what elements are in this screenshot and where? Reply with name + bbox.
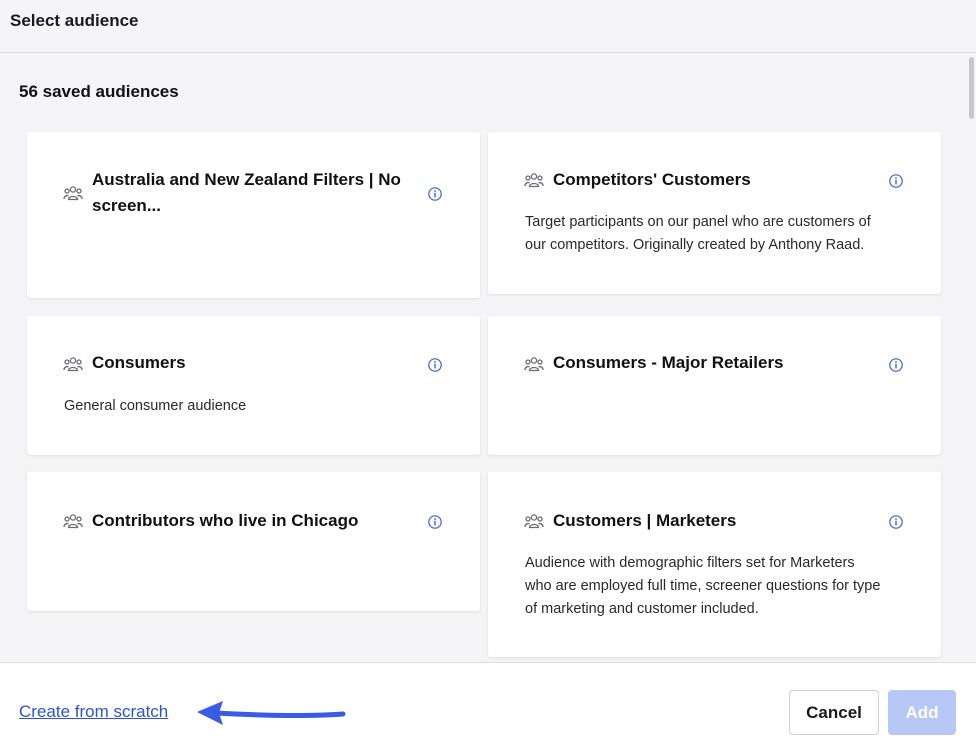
- cancel-button[interactable]: Cancel: [789, 690, 879, 735]
- saved-audiences-count: 56 saved audiences: [19, 82, 179, 101]
- audience-card-competitors-customers[interactable]: Competitors' Customers Target participan…: [488, 132, 941, 294]
- audience-card-consumers-major-retailers[interactable]: Consumers - Major Retailers: [488, 316, 941, 455]
- people-group-icon: [63, 514, 83, 529]
- info-icon[interactable]: [428, 187, 442, 201]
- info-icon[interactable]: [889, 174, 903, 188]
- arrow-left-icon: [197, 701, 346, 725]
- vertical-scrollbar[interactable]: [966, 53, 976, 662]
- people-group-icon: [63, 186, 83, 201]
- description-line: who are employed full time, screener que…: [525, 578, 881, 594]
- people-group-icon: [524, 357, 544, 372]
- audience-card-description: Audience with demographic filters set fo…: [525, 552, 880, 621]
- audience-card-title: Contributors who live in Chicago: [92, 511, 359, 530]
- audience-card-title: Customers | Marketers: [553, 511, 737, 530]
- people-group-icon: [63, 357, 83, 372]
- audience-card-consumers[interactable]: Consumers General consumer audience: [27, 316, 480, 455]
- description-line: Target participants on our panel who are…: [525, 214, 871, 230]
- create-from-scratch-link[interactable]: Create from scratch: [19, 702, 168, 722]
- audience-card-description: Target participants on our panel who are…: [525, 211, 871, 257]
- people-group-icon: [524, 173, 544, 188]
- audience-card-contributors-chicago[interactable]: Contributors who live in Chicago: [27, 472, 480, 611]
- audience-card-title: Consumers - Major Retailers: [553, 353, 784, 372]
- info-icon[interactable]: [889, 515, 903, 529]
- audience-card-title: Australia and New Zealand Filters | No s…: [92, 167, 422, 219]
- info-icon[interactable]: [889, 358, 903, 372]
- scrollbar-thumb[interactable]: [969, 57, 974, 119]
- dialog-title: Select audience: [10, 11, 139, 30]
- description-line: our competitors. Originally created by A…: [525, 237, 865, 253]
- dialog-footer: Create from scratch Cancel Add: [0, 662, 976, 751]
- audience-list-area: 56 saved audiences Australia and New Zea…: [0, 53, 976, 662]
- audience-card-title-line: screen...: [92, 196, 161, 215]
- people-group-icon: [524, 514, 544, 529]
- audience-card-australia-nz[interactable]: Australia and New Zealand Filters | No s…: [27, 132, 480, 298]
- description-line: of marketing and customer included.: [525, 601, 759, 617]
- audience-card-description: General consumer audience: [64, 398, 247, 414]
- audience-card-title: Consumers: [92, 353, 186, 372]
- info-icon[interactable]: [428, 515, 442, 529]
- add-button[interactable]: Add: [888, 690, 956, 735]
- audience-card-title-line: Australia and New Zealand Filters | No: [92, 170, 401, 189]
- dialog-header: Select audience: [0, 0, 976, 53]
- info-icon[interactable]: [428, 358, 442, 372]
- description-line: Audience with demographic filters set fo…: [525, 555, 855, 571]
- audience-card-title: Competitors' Customers: [553, 170, 751, 189]
- audience-card-customers-marketers[interactable]: Customers | Marketers Audience with demo…: [488, 472, 941, 657]
